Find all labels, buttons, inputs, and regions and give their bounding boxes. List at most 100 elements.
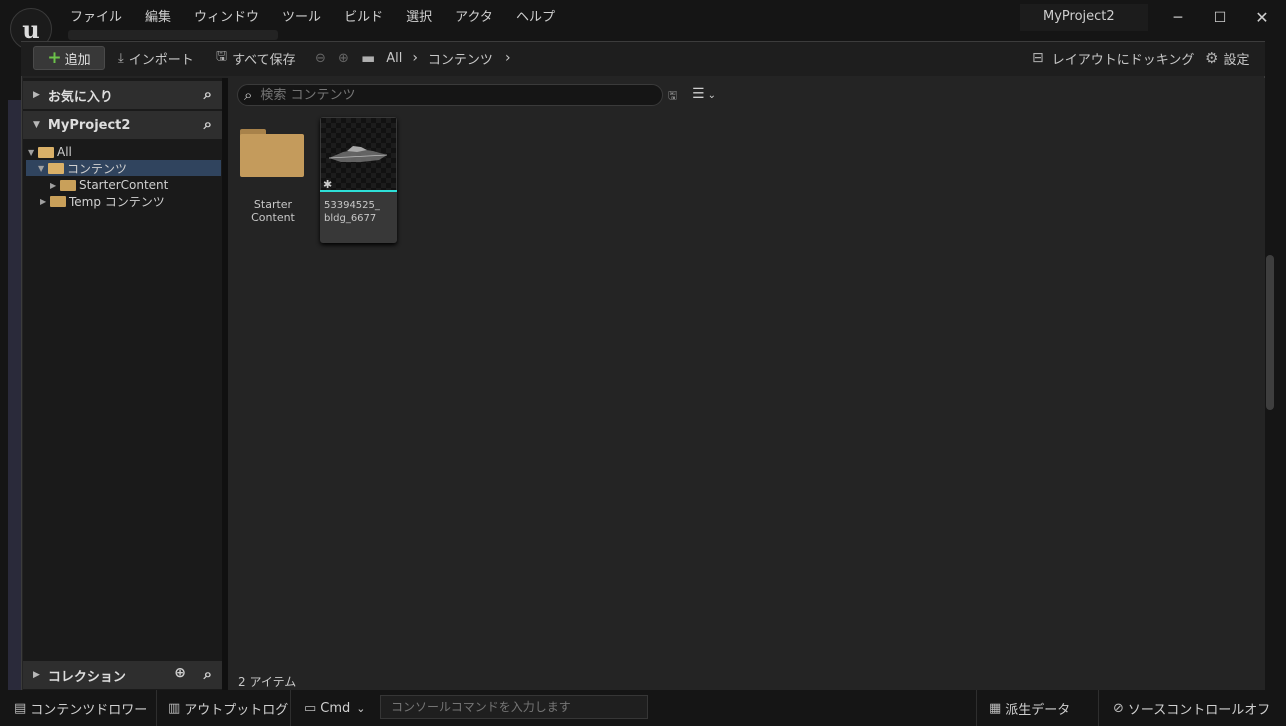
breadcrumb: ▬ All › コンテンツ › bbox=[361, 48, 511, 68]
forward-arrow-icon: ⊕ bbox=[338, 50, 349, 66]
plus-icon: + bbox=[47, 48, 62, 68]
import-label: インポート bbox=[128, 52, 194, 68]
folder-icon bbox=[50, 195, 66, 207]
search-input[interactable] bbox=[258, 86, 643, 104]
tree-item-label: Temp コンテンツ bbox=[69, 194, 165, 209]
search-icon[interactable]: ⌕ bbox=[204, 665, 212, 683]
content-drawer-button[interactable]: ▤ コンテンツドロワー bbox=[14, 698, 147, 718]
folder-icon: ▬ bbox=[361, 49, 376, 67]
settings-button[interactable]: ⚙ 設定 bbox=[1205, 48, 1249, 68]
dock-layout-button[interactable]: ⊟ レイアウトにドッキング bbox=[1032, 48, 1194, 68]
back-arrow-icon: ⊖ bbox=[315, 50, 326, 66]
cmd-dropdown[interactable]: ▭ Cmd ⌄ bbox=[304, 698, 366, 718]
divider bbox=[976, 690, 977, 726]
save-all-label: すべて保存 bbox=[232, 52, 296, 68]
tree-item-all[interactable]: ▼ All bbox=[28, 144, 72, 160]
expand-arrow-icon: ▶ bbox=[33, 670, 40, 680]
collapse-arrow-icon: ▼ bbox=[38, 163, 45, 173]
folder-tile-startercontent[interactable] bbox=[240, 127, 304, 177]
project-label: MyProject2 bbox=[47, 117, 131, 133]
add-button-label: 追加 bbox=[64, 52, 91, 68]
favorites-label: お気に入り bbox=[47, 89, 113, 105]
log-icon: ▥ bbox=[168, 700, 181, 716]
breadcrumb-all[interactable]: All bbox=[386, 51, 402, 66]
gear-icon: ⚙ bbox=[1205, 49, 1219, 67]
project-tab[interactable]: MyProject2 bbox=[1020, 4, 1148, 31]
tree-item-content[interactable]: ▼ コンテンツ bbox=[26, 160, 221, 176]
menu-select[interactable]: 選択 bbox=[406, 6, 432, 25]
expand-arrow-icon: ▶ bbox=[40, 196, 47, 206]
import-button[interactable]: ⤓ インポート bbox=[118, 48, 194, 68]
background-viewport-strip bbox=[8, 100, 21, 690]
output-log-button[interactable]: ▥ アウトプットログ bbox=[168, 698, 288, 718]
favorites-header[interactable]: ▶ お気に入り ⌕ bbox=[23, 81, 222, 109]
search-icon[interactable]: ⌕ bbox=[204, 115, 212, 133]
collections-label: コレクション bbox=[47, 669, 126, 685]
dock-icon: ⊟ bbox=[1032, 50, 1044, 66]
divider bbox=[1098, 690, 1099, 726]
menu-window[interactable]: ウィンドウ bbox=[194, 6, 259, 25]
add-button[interactable]: + 追加 bbox=[33, 46, 105, 70]
console-input[interactable] bbox=[389, 696, 643, 718]
search-icon[interactable]: ⌕ bbox=[204, 85, 212, 103]
derived-data-button[interactable]: ▦ 派生データ bbox=[989, 698, 1070, 718]
divider bbox=[156, 690, 157, 726]
tree-item-label: All bbox=[57, 145, 72, 159]
menu-edit[interactable]: 編集 bbox=[145, 6, 171, 25]
asset-type-color-bar bbox=[320, 190, 397, 192]
dock-label: レイアウトにドッキング bbox=[1051, 52, 1195, 68]
source-control-off-icon: ⊘ bbox=[1113, 700, 1124, 716]
project-header[interactable]: ▼ MyProject2 ⌕ bbox=[23, 111, 222, 139]
console-command-field[interactable] bbox=[380, 695, 648, 719]
asset-tile-bldg[interactable]: ✱ 53394525_ bldg_6677 bbox=[320, 117, 397, 243]
minimize-icon[interactable]: ─ bbox=[1168, 10, 1188, 26]
add-collection-icon[interactable]: ⊕ bbox=[174, 665, 186, 681]
background-scrollbar[interactable] bbox=[1266, 255, 1274, 410]
save-search-icon[interactable]: 🖫 bbox=[668, 87, 677, 106]
history-forward-button[interactable]: ⊕ bbox=[338, 48, 354, 68]
history-back-button[interactable]: ⊖ bbox=[315, 48, 331, 68]
search-bar[interactable]: ⌕ bbox=[237, 84, 663, 106]
menu-file[interactable]: ファイル bbox=[70, 6, 122, 25]
folder-icon bbox=[60, 179, 76, 191]
chevron-right-icon[interactable]: › bbox=[505, 50, 511, 66]
terminal-icon: ▭ bbox=[304, 700, 317, 716]
search-icon: ⌕ bbox=[244, 86, 253, 104]
collapse-arrow-icon: ▼ bbox=[28, 147, 35, 157]
menu-actor[interactable]: アクタ bbox=[455, 6, 493, 25]
settings-label: 設定 bbox=[1223, 52, 1250, 68]
filter-dropdown[interactable]: ☰ ⌄ bbox=[692, 86, 716, 102]
expand-arrow-icon: ▶ bbox=[50, 180, 57, 190]
derived-data-icon: ▦ bbox=[989, 700, 1002, 716]
save-all-button[interactable]: 🖫 すべて保存 bbox=[216, 48, 296, 68]
maximize-icon[interactable]: ☐ bbox=[1210, 10, 1230, 26]
menu-build[interactable]: ビルド bbox=[344, 6, 383, 25]
tree-item-label: コンテンツ bbox=[67, 161, 128, 176]
tree-item-temp-content[interactable]: ▶ Temp コンテンツ bbox=[40, 193, 165, 209]
breadcrumb-content[interactable]: コンテンツ bbox=[428, 49, 493, 68]
source-control-button[interactable]: ⊘ ソースコントロールオフ bbox=[1113, 698, 1270, 718]
close-icon[interactable]: ✕ bbox=[1252, 8, 1272, 27]
menu-tools[interactable]: ツール bbox=[282, 6, 321, 25]
asset-thumbnail: ✱ bbox=[321, 118, 396, 191]
item-count: 2 アイテム bbox=[238, 675, 297, 689]
tree-item-label: StarterContent bbox=[79, 178, 169, 192]
asset-tile-label: 53394525_ bldg_6677 bbox=[324, 200, 380, 224]
chevron-down-icon: ⌄ bbox=[356, 701, 366, 715]
chevron-right-icon[interactable]: › bbox=[412, 50, 418, 66]
drawer-icon: ▤ bbox=[14, 700, 27, 716]
folder-tile-label: Starter Content bbox=[251, 198, 295, 224]
expand-arrow-icon: ▶ bbox=[33, 90, 40, 100]
import-icon: ⤓ bbox=[118, 50, 124, 66]
chevron-down-icon: ⌄ bbox=[707, 90, 716, 101]
folder-tree: ▼ All ▼ コンテンツ ▶ StarterContent ▶ Temp コン… bbox=[25, 143, 221, 219]
collections-header[interactable]: ▶ コレクション ⊕ ⌕ bbox=[23, 661, 222, 689]
divider bbox=[290, 690, 291, 726]
menu-help[interactable]: ヘルプ bbox=[516, 6, 555, 25]
filter-icon: ☰ bbox=[692, 86, 705, 102]
tree-item-startercontent[interactable]: ▶ StarterContent bbox=[50, 177, 168, 193]
open-folder-icon bbox=[38, 146, 54, 158]
building-mesh-icon bbox=[328, 146, 388, 162]
collapse-arrow-icon: ▼ bbox=[33, 120, 40, 130]
level-tab-background bbox=[68, 30, 278, 40]
